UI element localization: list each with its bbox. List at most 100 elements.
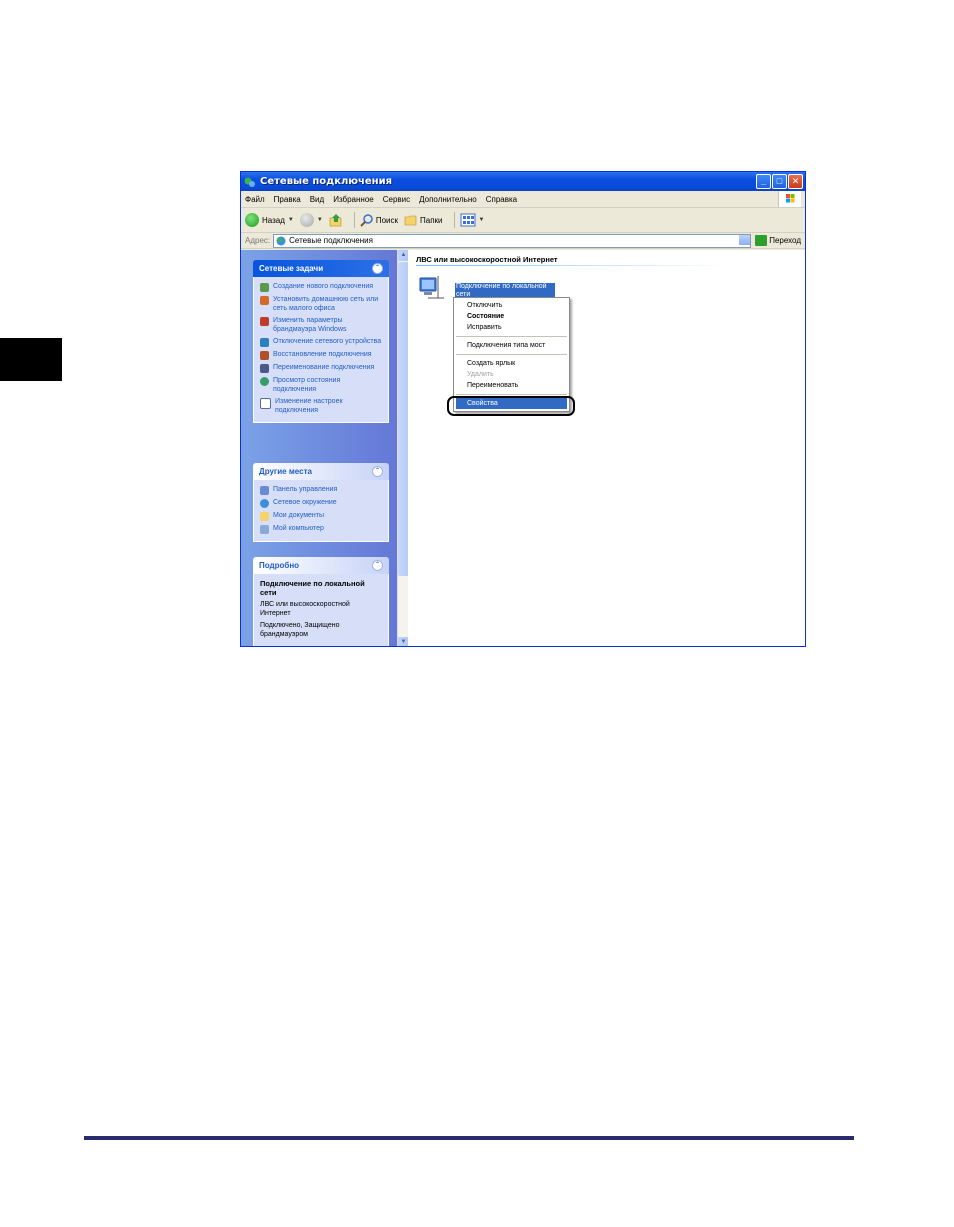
status-icon — [260, 377, 269, 386]
task-label: Изменить параметры брандмауэра Windows — [273, 317, 347, 333]
task-label: Изменение настроек подключения — [275, 398, 343, 414]
repair-icon — [260, 351, 269, 360]
chapter-tab-marker — [0, 338, 62, 381]
menu-item-bridge[interactable]: Подключения типа мост — [454, 340, 569, 351]
task-home-network[interactable]: Установить домашнюю сеть или сеть малого… — [260, 295, 382, 313]
back-arrow-icon — [245, 213, 259, 227]
title-bar[interactable]: Сетевые подключения _ □ ✕ — [241, 172, 805, 191]
folders-icon — [404, 215, 417, 226]
menu-item-disable[interactable]: Отключить — [454, 300, 569, 311]
menu-file[interactable]: Файл — [245, 195, 265, 204]
task-label: Отключение сетевого устройства — [273, 338, 382, 345]
search-button[interactable]: Поиск — [360, 213, 398, 227]
address-label: Адрес: — [245, 236, 271, 245]
page-bottom-rule — [84, 1136, 854, 1140]
chevron-down-icon[interactable]: ▼ — [317, 217, 323, 223]
menu-item-create-shortcut[interactable]: Создать ярлык — [454, 358, 569, 369]
task-change-settings[interactable]: Изменение настроек подключения — [260, 397, 382, 415]
menu-advanced[interactable]: Дополнительно — [419, 195, 477, 204]
context-menu: Отключить Состояние Исправить Подключени… — [453, 297, 570, 412]
minimize-button[interactable]: _ — [756, 174, 771, 189]
place-label: Мой компьютер — [273, 525, 324, 532]
task-label: Восстановление подключения — [273, 351, 372, 358]
details-body: Подключение по локальной сети ЛВС или вы… — [253, 574, 389, 646]
task-view-status[interactable]: Просмотр состояния подключения — [260, 376, 382, 394]
other-places-panel: Другие места ⌃ Панель управления Сетевое… — [253, 463, 389, 542]
menu-item-repair[interactable]: Исправить — [454, 322, 569, 333]
address-field[interactable]: Сетевые подключения — [273, 233, 752, 248]
place-label: Мои документы — [273, 512, 325, 519]
network-tasks-header[interactable]: Сетевые задачи ⌃ — [253, 260, 389, 277]
collapse-icon[interactable]: ⌃ — [372, 263, 383, 274]
address-value: Сетевые подключения — [289, 236, 373, 245]
group-divider — [416, 265, 726, 266]
place-control-panel[interactable]: Панель управления — [260, 485, 382, 495]
go-button[interactable]: Переход — [755, 235, 801, 246]
rename-icon — [260, 364, 269, 373]
other-places-body: Панель управления Сетевое окружение Мои … — [253, 480, 389, 542]
back-label: Назад — [262, 215, 285, 225]
views-icon — [460, 213, 475, 227]
menu-help[interactable]: Справка — [486, 195, 517, 204]
settings-icon — [260, 398, 271, 409]
menu-separator — [456, 354, 567, 355]
task-label: Просмотр состояния подключения — [273, 377, 341, 393]
collapse-icon[interactable]: ⌃ — [372, 466, 383, 477]
up-folder-button[interactable] — [329, 213, 343, 227]
views-button[interactable]: ▼ — [460, 213, 485, 227]
toolbar-separator — [353, 212, 355, 228]
menu-favorites[interactable]: Избранное — [333, 195, 374, 204]
lan-connection-icon[interactable] — [418, 274, 446, 304]
disable-device-icon — [260, 338, 269, 347]
toolbar: Назад ▼ ▼ Поиск Папки ▼ — [241, 208, 805, 233]
network-tasks-title: Сетевые задачи — [259, 264, 324, 273]
details-title: Подробно — [259, 561, 300, 570]
menu-bar: Файл Правка Вид Избранное Сервис Дополни… — [241, 191, 805, 208]
home-network-icon — [260, 296, 269, 305]
group-header: ЛВС или высокоскоростной Интернет — [416, 255, 558, 264]
collapse-icon[interactable]: ⌃ — [372, 560, 383, 571]
forward-button[interactable]: ▼ — [299, 213, 323, 227]
go-label: Переход — [769, 236, 801, 245]
address-bar: Адрес: Сетевые подключения Переход — [241, 233, 805, 249]
network-neighborhood-icon — [260, 499, 269, 508]
menu-item-status[interactable]: Состояние — [454, 311, 569, 322]
task-repair-connection[interactable]: Восстановление подключения — [260, 350, 382, 360]
place-label: Панель управления — [273, 486, 338, 493]
details-connection-name: Подключение по локальной сети — [260, 579, 365, 597]
folders-button[interactable]: Папки — [404, 213, 443, 227]
back-button[interactable]: Назад ▼ — [245, 213, 294, 227]
task-pane: Сетевые задачи ⌃ Создание нового подключ… — [241, 250, 407, 646]
menu-edit[interactable]: Правка — [274, 195, 301, 204]
task-disable-device[interactable]: Отключение сетевого устройства — [260, 337, 382, 347]
task-create-connection[interactable]: Создание нового подключения — [260, 282, 382, 292]
address-dropdown-button[interactable] — [739, 234, 751, 245]
new-connection-icon — [260, 283, 269, 292]
network-connections-icon — [276, 236, 286, 245]
other-places-header[interactable]: Другие места ⌃ — [253, 463, 389, 480]
task-rename-connection[interactable]: Переименование подключения — [260, 363, 382, 373]
task-firewall-settings[interactable]: Изменить параметры брандмауэра Windows — [260, 316, 382, 334]
maximize-button[interactable]: □ — [772, 174, 787, 189]
my-computer-icon — [260, 525, 269, 534]
menu-separator — [456, 394, 567, 395]
forward-arrow-icon — [299, 213, 314, 227]
other-places-title: Другие места — [259, 467, 312, 476]
place-my-documents[interactable]: Мои документы — [260, 511, 382, 521]
details-panel: Подробно ⌃ Подключение по локальной сети… — [253, 557, 389, 646]
chevron-down-icon[interactable]: ▼ — [479, 217, 485, 223]
details-header[interactable]: Подробно ⌃ — [253, 557, 389, 574]
my-documents-icon — [260, 512, 269, 521]
place-label: Сетевое окружение — [273, 499, 337, 506]
go-arrow-icon — [755, 235, 768, 246]
network-tasks-panel: Сетевые задачи ⌃ Создание нового подключ… — [253, 260, 389, 423]
menu-tools[interactable]: Сервис — [383, 195, 410, 204]
place-my-computer[interactable]: Мой компьютер — [260, 524, 382, 534]
close-button[interactable]: ✕ — [788, 174, 803, 189]
details-connection-type: ЛВС или высокоскоростной Интернет — [260, 601, 350, 617]
place-network-neighborhood[interactable]: Сетевое окружение — [260, 498, 382, 508]
search-label: Поиск — [375, 215, 398, 225]
menu-view[interactable]: Вид — [310, 195, 324, 204]
menu-item-rename[interactable]: Переименовать — [454, 380, 569, 391]
chevron-down-icon[interactable]: ▼ — [288, 217, 294, 223]
